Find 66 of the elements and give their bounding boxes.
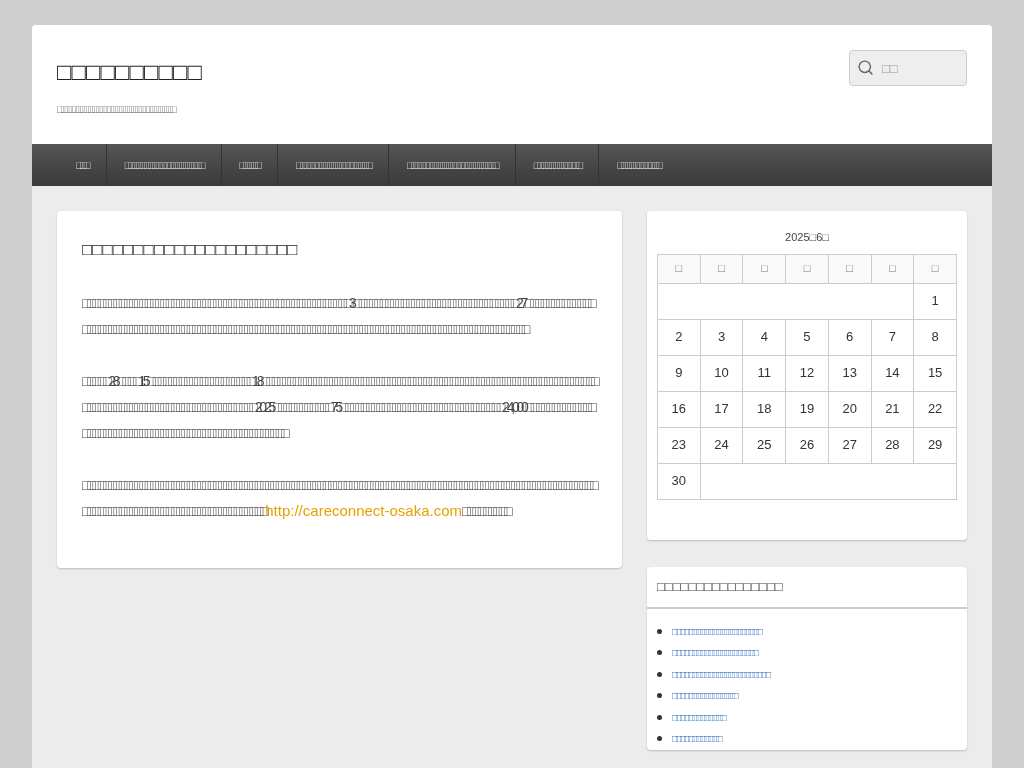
calendar-day: 21 — [871, 391, 914, 427]
calendar-day: 26 — [785, 427, 829, 463]
bullet-icon — [657, 671, 662, 677]
calendar-day: 4 — [742, 319, 786, 355]
calendar-day: 17 — [700, 391, 743, 427]
site-tagline: □□□□□□□□□□□□□□□□□□□□□□□□□□□□□□ — [57, 102, 176, 117]
calendar-day: 24 — [700, 427, 743, 463]
calendar-day: 3 — [700, 319, 743, 355]
calendar-day: 16 — [657, 391, 701, 427]
calendar-day: 14 — [871, 355, 914, 391]
nav-link[interactable]: □□□□□□□□□□□□ — [514, 144, 599, 186]
calendar-day: 5 — [785, 319, 829, 355]
bullet-icon — [657, 650, 662, 656]
article-paragraph: □□□□□□□□□□□□□□□□□□□□□□□□□□□□□□□□□□□□□□□□□□□□□□□□□□□□□□□□□□□□□□□□□□□□□□□□□□□□□□□□□□□□□□□□□□□□□□□□□□□□□□□□□□□□□□□□□□□□□□□□□□□□□□□□□□□□□http://careconnect-osaka.com□□□□□□□□□ — [82, 476, 597, 521]
calendar-day: 8 — [913, 319, 957, 355]
calendar-day: 25 — [742, 427, 786, 463]
calendar-day: 13 — [828, 355, 871, 391]
nav-link[interactable]: □□□□□□□□□□□□□□□□□□□□□□□ — [388, 144, 515, 186]
calendar-day: 1 — [913, 283, 957, 319]
nav-link[interactable]: □□□□□ — [220, 144, 278, 186]
calendar-day: 18 — [742, 391, 786, 427]
calendar-day: 10 — [700, 355, 743, 391]
calendar-day: 28 — [871, 427, 914, 463]
bullet-icon — [657, 714, 662, 720]
article-title: □□□□□□□□□□□□□□□□□□□□□ — [82, 239, 298, 261]
post-link[interactable]: □□□□□□□□□□□□□ — [672, 709, 725, 725]
nav-link[interactable]: □□□□□□□□□□□□□□□□□□□ — [277, 144, 389, 186]
bullet-icon — [657, 736, 662, 742]
weekday-header: □ — [742, 254, 786, 283]
weekday-header: □ — [871, 254, 914, 283]
nav-link[interactable]: □□□ — [58, 144, 106, 186]
calendar-day: 23 — [657, 427, 701, 463]
search-icon — [857, 59, 874, 76]
nav-link[interactable]: □□□□□□□□□□□ — [598, 144, 679, 186]
article-paragraph: □□□□□28□□□□15□□□□□□□□□□□□□□□□□□□□18□□□□□□□□□□□□□□□□□□□□□□□□□□□□□□□□□□□□□□□□□□□□□□□□□□□□□□□□□□□□□□□□□□□□□□□□□□□□□□□□□□□□□□□□□□□□□□□□□2025□□□□□□□□□□□75□□□□□□□□□□□□□□□□□□□□□□□□□□□□□□□24,000□□□□□□□□□□□□□□□□□□□□□□□□□□□□□□□□□□□□□□□□□□□□□□□□□□□□ — [82, 372, 597, 443]
bullet-icon — [657, 628, 662, 634]
nav-link[interactable]: □□□□□□□□□□□□□□□□□□□□ — [105, 144, 221, 186]
post-link[interactable]: □□□□□□□□□□□□□□□□□□□□□□ — [672, 623, 761, 639]
calendar-day: 20 — [828, 391, 871, 427]
calendar-day: 11 — [742, 355, 786, 391]
calendar-day: 2 — [657, 319, 701, 355]
calendar-day: 19 — [785, 391, 829, 427]
calendar-day: 27 — [828, 427, 871, 463]
calendar-day: 29 — [913, 427, 957, 463]
weekday-header: □ — [828, 254, 871, 283]
weekday-header: □ — [913, 254, 957, 283]
calendar-day: 22 — [913, 391, 957, 427]
post-link[interactable]: □□□□□□□□□□□□□□□□ — [672, 688, 737, 704]
calendar-day: 30 — [657, 463, 701, 499]
post-link[interactable]: □□□□□□□□□□□□□□□□□□□□□□□□ — [672, 666, 769, 682]
calendar-caption: 2025□6□ — [784, 230, 830, 245]
weekday-header: □ — [700, 254, 743, 283]
article-paragraph: □□□□□□□□□□□□□□□□□□□□□□□□□□□□□□□□□□□□□□□□□□□□□□□□□□□3□□□□□□□□□□□□□□□□□□□□□□□□□□□□□□□27□□□□□□□□□□□□□□□□□□□□□□□□□□□□□□□□□□□□□□□□□□□□□□□□□□□□□□□□□□□□□□□□□□□□□□□□□□□□□□□□□□□□□□□□□□□□□□□□□□ — [82, 294, 595, 339]
calendar-day: 7 — [871, 319, 914, 355]
post-link[interactable]: □□□□□□□□□□□□□□□□□□□□□ — [672, 645, 757, 661]
widget-title: □□□□□□□□□□□□□□□□ — [647, 566, 967, 609]
search-field[interactable]: □□ — [849, 50, 967, 86]
calendar-day: 12 — [785, 355, 829, 391]
site-title[interactable]: □□□□□□□□□□ — [57, 53, 202, 91]
calendar-day: 15 — [913, 355, 957, 391]
weekday-header: □ — [785, 254, 829, 283]
post-link[interactable]: □□□□□□□□□□□□ — [672, 731, 721, 747]
calendar-day: 9 — [657, 355, 701, 391]
weekday-header: □ — [657, 254, 701, 283]
calendar-day: 6 — [828, 319, 871, 355]
bullet-icon — [657, 693, 662, 699]
